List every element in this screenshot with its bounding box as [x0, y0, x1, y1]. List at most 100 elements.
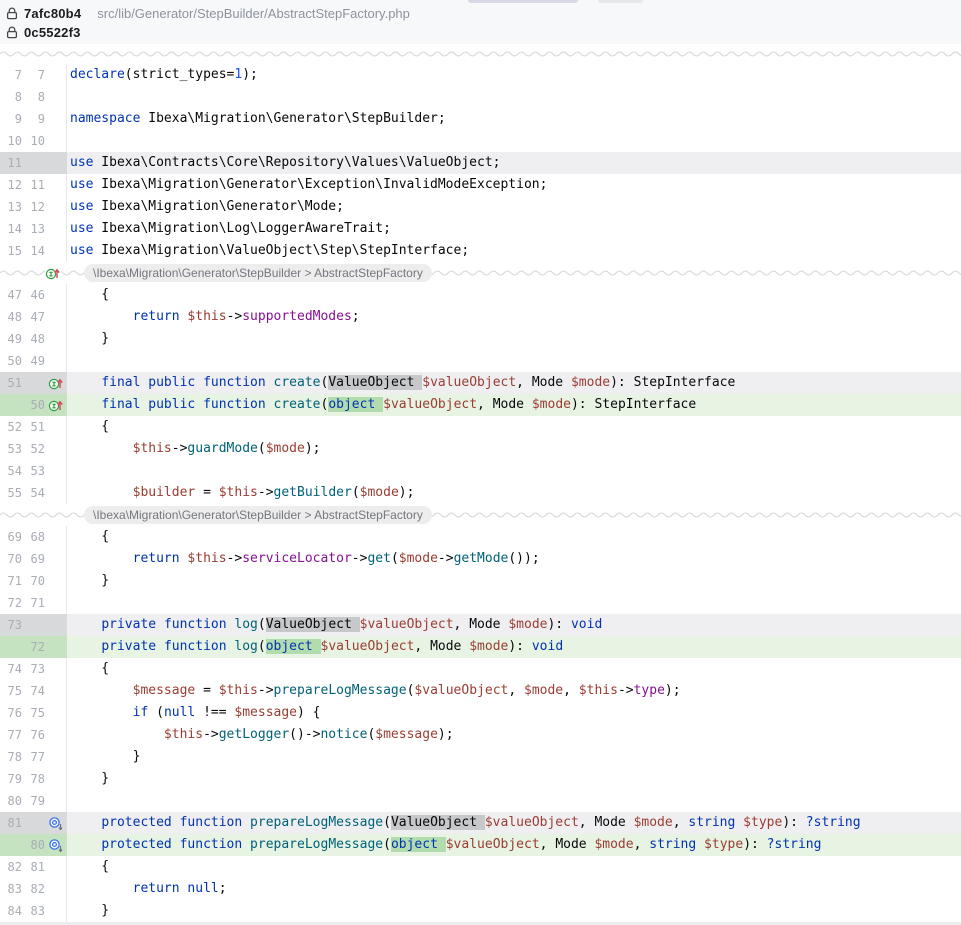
code-line[interactable]: { [67, 416, 961, 438]
gutter: 11 [0, 152, 67, 174]
line-number-old: 82 [1, 856, 22, 878]
implements-method-icon[interactable] [48, 398, 64, 413]
line-number-old: 50 [1, 350, 22, 372]
gutter: 80 [0, 834, 67, 856]
diff-row: 5453 [0, 460, 961, 482]
gutter-icon-slot [46, 680, 66, 702]
collapsed-region-separator[interactable]: \Ibexa\Migration\Generator\StepBuilder >… [0, 504, 961, 526]
code-line[interactable]: declare(strict_types=1); [67, 64, 961, 86]
overridden-method-icon[interactable] [48, 816, 64, 831]
line-number-old [1, 394, 22, 416]
code-line[interactable]: { [67, 284, 961, 306]
diff-viewer: { "header": { "commit_old": "7afc80b4", … [0, 0, 961, 925]
diff-row: 4847 return $this->supportedModes; [0, 306, 961, 328]
gutter: 8382 [0, 878, 67, 900]
diff-row-removed: 51 final public function create(ValueObj… [0, 372, 961, 394]
gutter: 50 [0, 394, 67, 416]
gutter-icon-slot [46, 746, 66, 768]
overridden-method-icon[interactable] [48, 838, 64, 853]
code-line[interactable]: } [67, 570, 961, 592]
gutter-icon-slot [46, 614, 66, 636]
code-line[interactable]: } [67, 746, 961, 768]
diff-row: 1010 [0, 130, 961, 152]
gutter: 1211 [0, 174, 67, 196]
code-line[interactable] [67, 350, 961, 372]
code-line[interactable] [67, 790, 961, 812]
code-line[interactable]: use Ibexa\Migration\ValueObject\Step\Ste… [67, 240, 961, 262]
gutter-icon-slot [46, 130, 66, 152]
line-number-new: 12 [24, 196, 45, 218]
code-line[interactable]: use Ibexa\Migration\Log\LoggerAwareTrait… [67, 218, 961, 240]
code-line[interactable]: return $this->serviceLocator->get($mode-… [67, 548, 961, 570]
collapsed-region-separator[interactable]: \Ibexa\Migration\Generator\StepBuilder >… [0, 262, 961, 284]
line-number-old: 81 [1, 812, 22, 834]
code-line[interactable]: $this->getLogger()->notice($message); [67, 724, 961, 746]
gutter: 99 [0, 108, 67, 130]
code-line[interactable] [67, 130, 961, 152]
code-line[interactable]: final public function create(ValueObject… [67, 372, 961, 394]
code-line[interactable]: $message = $this->prepareLogMessage($val… [67, 680, 961, 702]
line-number-old: 15 [1, 240, 22, 262]
code-line[interactable]: } [67, 768, 961, 790]
code-line[interactable]: $builder = $this->getBuilder($mode); [67, 482, 961, 504]
gutter: 7473 [0, 658, 67, 680]
line-number-old: 83 [1, 878, 22, 900]
code-line[interactable]: private function log(ValueObject $valueO… [67, 614, 961, 636]
code-line[interactable]: { [67, 856, 961, 878]
diff-row: 8382 return null; [0, 878, 961, 900]
gutter: 1514 [0, 240, 67, 262]
code-line[interactable]: use Ibexa\Migration\Generator\Mode; [67, 196, 961, 218]
line-number-new: 8 [24, 86, 45, 108]
code-line[interactable]: protected function prepareLogMessage(Val… [67, 812, 961, 834]
diff-row: 7776 $this->getLogger()->notice($message… [0, 724, 961, 746]
code-line[interactable] [67, 592, 961, 614]
gutter-icon-slot [46, 658, 66, 680]
line-number-new: 7 [24, 64, 45, 86]
line-number-new: 78 [24, 768, 45, 790]
gutter-icon[interactable] [45, 266, 61, 281]
gutter: 81 [0, 812, 67, 834]
diff-row: 8281 { [0, 856, 961, 878]
collapsed-region-breadcrumb: \Ibexa\Migration\Generator\StepBuilder >… [84, 264, 432, 282]
implements-method-icon[interactable] [45, 266, 61, 281]
code-line[interactable]: if (null !== $message) { [67, 702, 961, 724]
code-line[interactable]: return null; [67, 878, 961, 900]
gutter: 7069 [0, 548, 67, 570]
line-number-new: 79 [24, 790, 45, 812]
code-line[interactable]: private function log(object $valueObject… [67, 636, 961, 658]
diff-row: 7271 [0, 592, 961, 614]
code-line[interactable]: { [67, 526, 961, 548]
gutter-icon-slot [46, 592, 66, 614]
line-number-old: 9 [1, 108, 22, 130]
code-line[interactable]: use Ibexa\Migration\Generator\Exception\… [67, 174, 961, 196]
diff-row: 88 [0, 86, 961, 108]
code-line[interactable]: $this->guardMode($mode); [67, 438, 961, 460]
diff-row-added: 72 private function log(object $valueObj… [0, 636, 961, 658]
line-number-new: 53 [24, 460, 45, 482]
cropped-ui-fragment [468, 0, 578, 3]
line-number-new [24, 614, 45, 636]
gutter: 4847 [0, 306, 67, 328]
gutter-icon-slot [46, 768, 66, 790]
line-number-old: 75 [1, 680, 22, 702]
diff-row: 1514use Ibexa\Migration\ValueObject\Step… [0, 240, 961, 262]
implements-method-icon[interactable] [48, 376, 64, 391]
line-number-new: 68 [24, 526, 45, 548]
file-path: src/lib/Generator/StepBuilder/AbstractSt… [97, 6, 410, 21]
code-line[interactable] [67, 86, 961, 108]
code-line[interactable]: } [67, 900, 961, 922]
line-number-old: 69 [1, 526, 22, 548]
line-number-new: 11 [24, 174, 45, 196]
line-number-new: 73 [24, 658, 45, 680]
code-line[interactable]: return $this->supportedModes; [67, 306, 961, 328]
code-line[interactable] [67, 460, 961, 482]
gutter-icon-slot [46, 394, 66, 416]
code-line[interactable]: { [67, 658, 961, 680]
code-line[interactable]: final public function create(object $val… [67, 394, 961, 416]
code-line[interactable]: } [67, 328, 961, 350]
gutter: 72 [0, 636, 67, 658]
code-line[interactable]: use Ibexa\Contracts\Core\Repository\Valu… [67, 152, 961, 174]
code-line[interactable]: protected function prepareLogMessage(obj… [67, 834, 961, 856]
line-number-new: 70 [24, 570, 45, 592]
code-line[interactable]: namespace Ibexa\Migration\Generator\Step… [67, 108, 961, 130]
